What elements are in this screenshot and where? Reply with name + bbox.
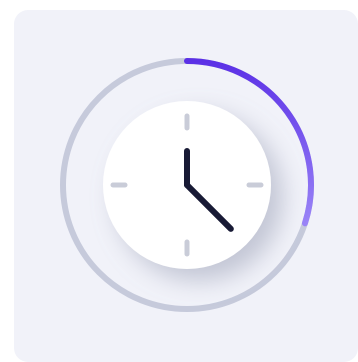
clock-icon (103, 101, 271, 269)
progress-timer (60, 58, 314, 312)
